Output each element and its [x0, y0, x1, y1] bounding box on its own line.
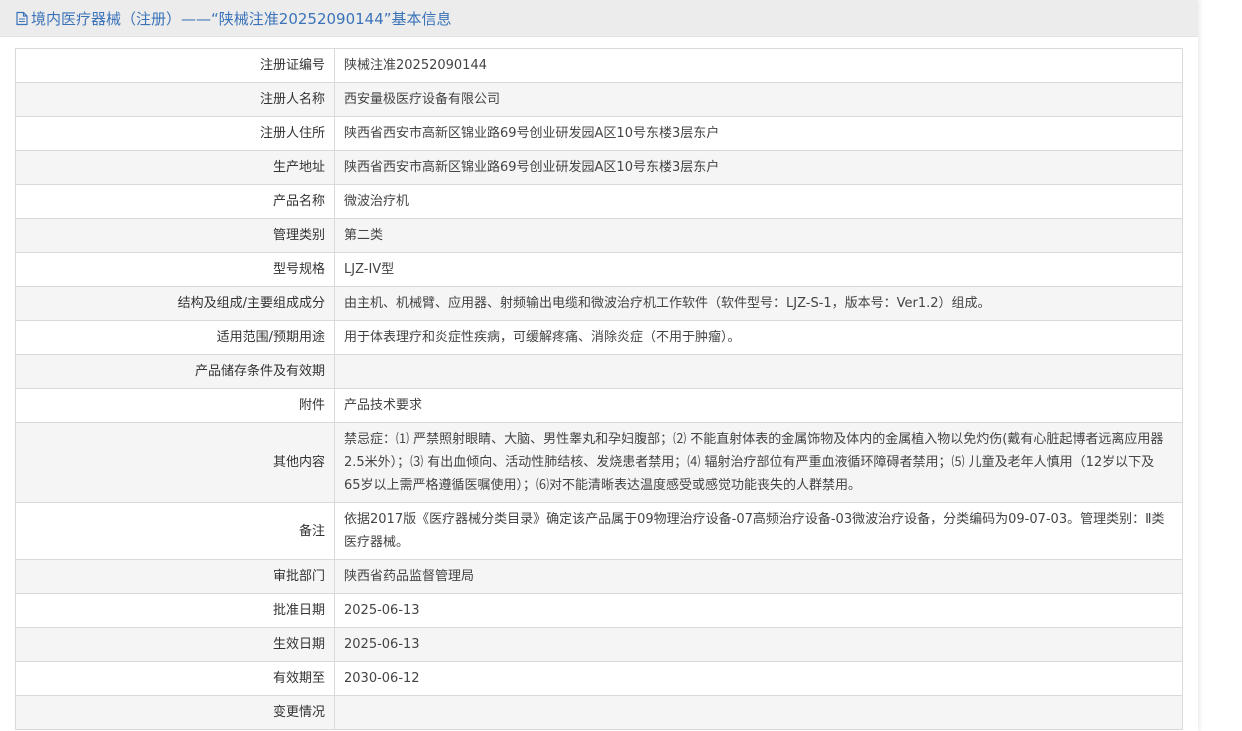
row-value: 禁忌症：⑴ 严禁照射眼睛、大脑、男性睾丸和孕妇腹部；⑵ 不能直射体表的金属饰物及…: [334, 422, 1183, 503]
table-row: 生产地址 陕西省西安市高新区锦业路69号创业研发园A区10号东楼3层东户: [15, 150, 1183, 185]
row-label: 适用范围/预期用途: [15, 320, 335, 355]
document-icon: [15, 11, 29, 26]
page-title: 境内医疗器械（注册）——“陕械注准20252090144”基本信息: [31, 9, 452, 28]
row-value: LJZ-IV型: [334, 252, 1183, 287]
table-row: 注册人名称 西安量极医疗设备有限公司: [15, 82, 1183, 117]
table-row: 注册人住所 陕西省西安市高新区锦业路69号创业研发园A区10号东楼3层东户: [15, 116, 1183, 151]
row-label: 生产地址: [15, 150, 335, 185]
row-label: 结构及组成/主要组成成分: [15, 286, 335, 321]
table-row: 审批部门 陕西省药品监督管理局: [15, 559, 1183, 594]
row-value: 陕西省西安市高新区锦业路69号创业研发园A区10号东楼3层东户: [334, 150, 1183, 185]
detail-panel: 境内医疗器械（注册）——“陕械注准20252090144”基本信息 注册证编号 …: [0, 0, 1198, 731]
row-value: 陕西省西安市高新区锦业路69号创业研发园A区10号东楼3层东户: [334, 116, 1183, 151]
row-label: 有效期至: [15, 661, 335, 696]
row-label: 审批部门: [15, 559, 335, 594]
table-row: 注册证编号 陕械注准20252090144: [15, 48, 1183, 83]
row-value: [334, 354, 1183, 389]
row-label: 其他内容: [15, 422, 335, 503]
table-row: 备注 依据2017版《医疗器械分类目录》确定该产品属于09物理治疗设备-07高频…: [15, 502, 1183, 560]
row-label: 批准日期: [15, 593, 335, 628]
row-value: 微波治疗机: [334, 184, 1183, 219]
title-bar: 境内医疗器械（注册）——“陕械注准20252090144”基本信息: [0, 0, 1198, 37]
row-value: 2030-06-12: [334, 661, 1183, 696]
row-label: 备注: [15, 502, 335, 560]
row-label: 型号规格: [15, 252, 335, 287]
row-label: 产品名称: [15, 184, 335, 219]
info-table: 注册证编号 陕械注准20252090144 注册人名称 西安量极医疗设备有限公司…: [15, 48, 1183, 730]
table-row: 产品储存条件及有效期: [15, 354, 1183, 389]
row-value: 陕械注准20252090144: [334, 48, 1183, 83]
row-value: 第二类: [334, 218, 1183, 253]
table-row: 型号规格 LJZ-IV型: [15, 252, 1183, 287]
table-row: 结构及组成/主要组成成分 由主机、机械臂、应用器、射频输出电缆和微波治疗机工作软…: [15, 286, 1183, 321]
row-value: 由主机、机械臂、应用器、射频输出电缆和微波治疗机工作软件（软件型号：LJZ-S-…: [334, 286, 1183, 321]
row-value: 2025-06-13: [334, 593, 1183, 628]
row-label: 变更情况: [15, 695, 335, 730]
row-value: 产品技术要求: [334, 388, 1183, 423]
table-row: 适用范围/预期用途 用于体表理疗和炎症性疾病，可缓解疼痛、消除炎症（不用于肿瘤）…: [15, 320, 1183, 355]
table-row: 管理类别 第二类: [15, 218, 1183, 253]
row-value: 用于体表理疗和炎症性疾病，可缓解疼痛、消除炎症（不用于肿瘤）。: [334, 320, 1183, 355]
table-row: 有效期至 2030-06-12: [15, 661, 1183, 696]
row-label: 产品储存条件及有效期: [15, 354, 335, 389]
row-label: 附件: [15, 388, 335, 423]
table-row: 其他内容 禁忌症：⑴ 严禁照射眼睛、大脑、男性睾丸和孕妇腹部；⑵ 不能直射体表的…: [15, 422, 1183, 503]
row-label: 生效日期: [15, 627, 335, 662]
row-value: 2025-06-13: [334, 627, 1183, 662]
table-row: 批准日期 2025-06-13: [15, 593, 1183, 628]
row-label: 注册证编号: [15, 48, 335, 83]
table-row: 生效日期 2025-06-13: [15, 627, 1183, 662]
row-label: 注册人住所: [15, 116, 335, 151]
row-value: 依据2017版《医疗器械分类目录》确定该产品属于09物理治疗设备-07高频治疗设…: [334, 502, 1183, 560]
row-label: 管理类别: [15, 218, 335, 253]
row-value: 陕西省药品监督管理局: [334, 559, 1183, 594]
table-row: 产品名称 微波治疗机: [15, 184, 1183, 219]
table-row: 变更情况: [15, 695, 1183, 730]
row-value: 西安量极医疗设备有限公司: [334, 82, 1183, 117]
table-row: 附件 产品技术要求: [15, 388, 1183, 423]
row-value: [334, 695, 1183, 730]
row-label: 注册人名称: [15, 82, 335, 117]
